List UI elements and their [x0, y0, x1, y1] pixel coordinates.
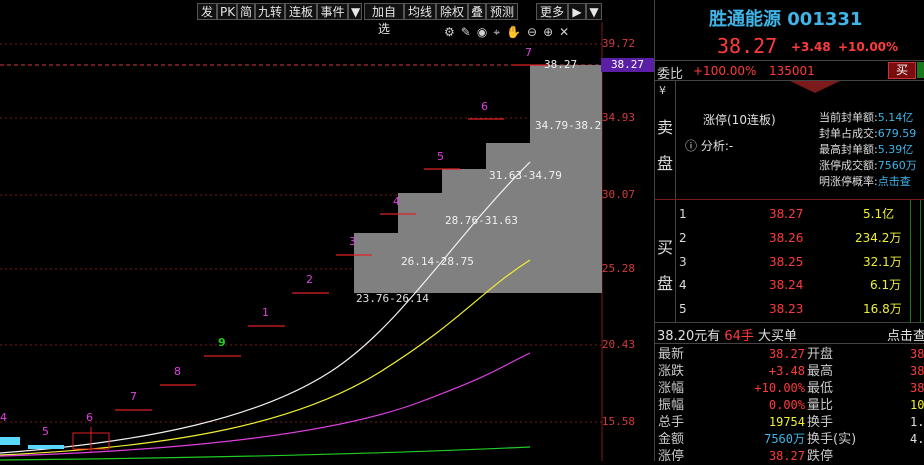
toolbar-button-overlay[interactable]: 叠	[468, 3, 486, 20]
sell-side-label-1: 卖	[657, 118, 674, 137]
stock-title: 胜通能源 001331	[709, 9, 863, 30]
step-box-6	[530, 65, 602, 119]
range-label: 38.27	[544, 58, 578, 71]
step-number: 6	[481, 100, 488, 113]
axis-label: 39.72	[601, 37, 635, 50]
weibi-value: +100.00%	[693, 64, 757, 78]
weibi-volume: 135001	[769, 64, 815, 78]
analysis-text: 分析:-	[700, 139, 734, 153]
marker-number: 7	[130, 390, 137, 403]
big-order-query-link[interactable]: 点击查	[887, 325, 924, 344]
stats-left-values: 38.27 +3.48 +10.00% 0.00% 19754 7560万 38…	[754, 347, 805, 463]
chart-toolbar: 发 PK 简 九转 连板 事件 ▼ 加自选 均线 除权 叠 预测 更多 ▶ ▼	[0, 0, 654, 36]
marker-number: 8	[174, 365, 181, 378]
toolbar-button-add-watch[interactable]: 加自选	[364, 3, 404, 36]
step-number: 4	[393, 195, 400, 208]
marker-number: 6	[86, 411, 93, 424]
toolbar-button-fa[interactable]: 发	[197, 3, 217, 20]
toolbar-button-jiuzhuan[interactable]: 九转	[255, 3, 285, 20]
toolbar-button-more[interactable]: 更多	[536, 3, 568, 20]
range-label: 23.76-26.14	[356, 292, 429, 305]
event-dropdown-arrow[interactable]: ▼	[348, 3, 362, 20]
current-price-flag: 38.27	[601, 58, 654, 72]
limit-up-status: 涨停(10连板)	[703, 113, 776, 127]
toolbar-button-forecast[interactable]: 预测	[486, 3, 518, 20]
collapse-arrow-icon[interactable]	[790, 81, 840, 93]
axis-label: 15.58	[601, 415, 635, 428]
sell-side-label-2: 盘	[657, 154, 674, 173]
axis-label: 20.43	[601, 338, 635, 351]
price-change: +3.48	[791, 40, 831, 54]
pen-icon[interactable]: ✎	[461, 25, 477, 39]
quote-panel: 胜通能源 001331 38.27 +3.48 +10.00% 委比 +100.…	[654, 0, 924, 464]
buy-button[interactable]: 买	[888, 62, 916, 79]
toolbar-dropdown-arrow[interactable]: ▼	[586, 3, 602, 20]
yen-icon: ¥	[659, 84, 666, 97]
marker-number: 9	[218, 336, 226, 349]
stats-right-values: 38 38 38 10 1. 4.	[910, 347, 924, 446]
toolbar-button-ma[interactable]: 均线	[404, 3, 436, 20]
info-icon: ⓘ	[685, 139, 698, 153]
bid-row[interactable]: 2 38.26 234.2万	[655, 229, 924, 247]
toolbar-button-lianban[interactable]: 连板	[285, 3, 317, 20]
marker-number: 5	[42, 425, 49, 438]
chart-icon-row: ⚙✎◉⌖✋⊖⊕✕	[444, 25, 575, 40]
zoom-in-icon[interactable]: ⊕	[543, 25, 559, 39]
expand-arrow-icon[interactable]: ▶	[568, 3, 586, 20]
eye-icon[interactable]: ◉	[477, 25, 493, 39]
bid-row[interactable]: 1 38.27 5.1亿	[655, 205, 924, 223]
stats-right-labels: 开盘 最高 最低 量比 换手 换手(实) 跌停	[807, 347, 857, 464]
step-number: 5	[437, 150, 444, 163]
candle	[28, 445, 64, 449]
toolbar-button-exright[interactable]: 除权	[436, 3, 468, 20]
axis-label: 30.07	[601, 188, 635, 201]
toolbar-button-jian[interactable]: 简	[237, 3, 255, 20]
axis-label: 25.28	[601, 262, 635, 275]
gear-icon[interactable]: ⚙	[444, 25, 461, 39]
toolbar-button-pk[interactable]: PK	[217, 3, 237, 20]
range-label: 28.76-31.63	[445, 214, 518, 227]
step-number: 3	[349, 235, 356, 248]
hand-icon[interactable]: ✋	[506, 25, 527, 39]
zoom-out-icon[interactable]: ⊖	[527, 25, 543, 39]
marker-number: 4	[0, 411, 7, 424]
marker-number: 1	[262, 306, 269, 319]
big-order-row: 38.20元有 64手 大买单	[657, 329, 798, 344]
close-icon[interactable]: ✕	[559, 25, 575, 39]
chart-canvas	[0, 22, 603, 461]
stats-left-labels: 最新 涨跌 涨幅 振幅 总手 金额 涨停	[658, 347, 685, 464]
toolbar-button-shijian[interactable]: 事件	[317, 3, 348, 20]
step-number: 7	[525, 46, 532, 59]
analysis-row: ⓘ 分析:-	[685, 137, 733, 154]
bid-row[interactable]: 3 38.25 32.1万	[655, 253, 924, 271]
k-line-chart[interactable]: ⚙✎◉⌖✋⊖⊕✕ 39.72 38.27 34.93 30.07 25.28 2…	[0, 22, 654, 461]
candle	[0, 437, 20, 445]
range-label: 31.63-34.79	[489, 169, 562, 182]
price-change-pct: +10.00%	[838, 40, 899, 54]
bid-row[interactable]: 4 38.24 6.1万	[655, 276, 924, 294]
marker-number: 2	[306, 273, 313, 286]
crosshair-icon[interactable]: ⌖	[493, 25, 506, 39]
axis-label: 34.93	[601, 111, 635, 124]
seal-info: 当前封单额:5.14亿 封单占成交:679.59 最高封单额:5.39亿 涨停成…	[819, 111, 917, 188]
range-label: 26.14-28.75	[401, 255, 474, 268]
last-price: 38.27	[717, 34, 778, 58]
sell-button-edge[interactable]	[917, 62, 924, 78]
range-label: 34.79-38.27	[535, 119, 602, 132]
bid-row[interactable]: 5 38.23 16.8万	[655, 300, 924, 318]
step-box-5	[530, 119, 602, 293]
click-query-link[interactable]: 点击查	[878, 175, 911, 188]
